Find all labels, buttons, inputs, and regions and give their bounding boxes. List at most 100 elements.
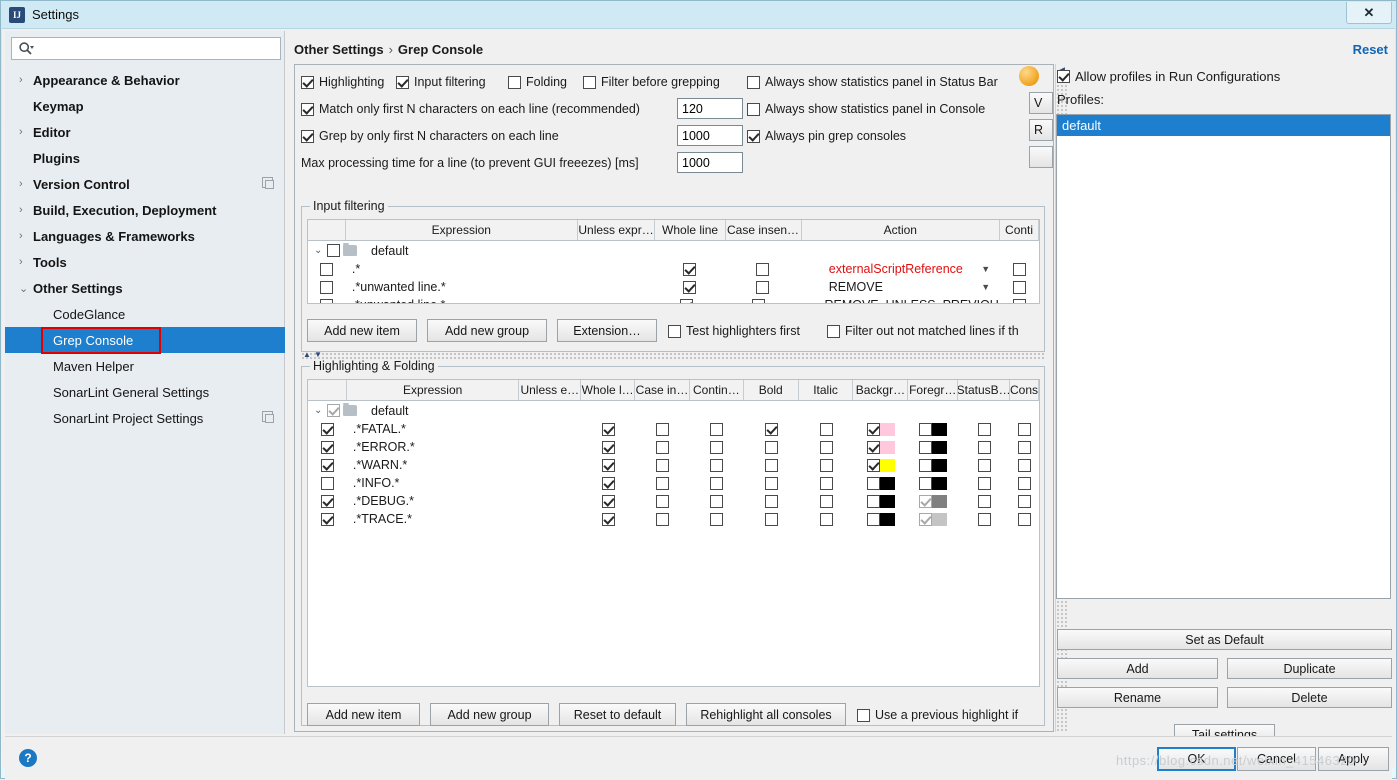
use-previous-highlight-checkbox[interactable] (857, 709, 870, 722)
filter-before-grepping-checkbox[interactable] (583, 76, 596, 89)
row-bold-checkbox[interactable] (765, 477, 778, 490)
row-continue-checkbox[interactable] (710, 459, 723, 472)
row-whole-line-checkbox[interactable] (602, 441, 615, 454)
grep-first-n-input[interactable] (677, 125, 743, 146)
row-enable-checkbox[interactable] (320, 299, 333, 305)
chevron-down-icon[interactable]: ▼ (981, 282, 990, 292)
input-filtering-extension-button[interactable]: Extension… (557, 319, 657, 342)
sidebar-item-version-control[interactable]: › Version Control (5, 171, 285, 197)
delete-profile-button[interactable]: Delete (1227, 687, 1392, 708)
row-statusbar-checkbox[interactable] (978, 423, 991, 436)
row-enable-checkbox[interactable] (321, 441, 334, 454)
input-filtering-option[interactable]: Input filtering (396, 71, 486, 93)
table-row[interactable]: .*unwanted line.* REMOVE_UNLESS_PREVIOU…… (308, 296, 1039, 304)
row-continue-checkbox[interactable] (1013, 263, 1026, 276)
row-enable-checkbox[interactable] (321, 495, 334, 508)
help-icon[interactable]: ? (19, 749, 37, 767)
reset-to-default-button[interactable]: Reset to default (559, 703, 676, 726)
row-foreground-checkbox[interactable] (919, 513, 932, 526)
search-box[interactable] (11, 37, 281, 60)
row-whole-line-checkbox[interactable] (683, 263, 696, 276)
row-enable-checkbox[interactable] (321, 513, 334, 526)
background-color-swatch[interactable] (880, 477, 895, 490)
input-filtering-add-new-group-button[interactable]: Add new group (427, 319, 547, 342)
col-continue[interactable]: Contin… (690, 380, 744, 400)
foreground-color-swatch[interactable] (932, 513, 947, 526)
row-whole-line-checkbox[interactable] (602, 459, 615, 472)
table-row[interactable]: .*unwanted line.* REMOVE ▼ (308, 278, 1039, 296)
row-console-checkbox[interactable] (1018, 513, 1031, 526)
row-continue-checkbox[interactable] (710, 423, 723, 436)
row-action-value[interactable]: externalScriptReference (829, 262, 963, 276)
col-expression[interactable]: Expression (347, 380, 520, 400)
row-continue-checkbox[interactable] (710, 513, 723, 526)
row-whole-line-checkbox[interactable] (680, 299, 693, 305)
reset-link[interactable]: Reset (1353, 42, 1388, 57)
row-continue-checkbox[interactable] (710, 477, 723, 490)
row-case-insensitive-checkbox[interactable] (656, 495, 669, 508)
col-action[interactable]: Action (802, 220, 1001, 240)
table-row[interactable]: .*DEBUG.* (308, 492, 1039, 510)
group-enable-checkbox[interactable] (327, 244, 340, 257)
row-statusbar-checkbox[interactable] (978, 441, 991, 454)
apply-button[interactable]: Apply (1318, 747, 1389, 771)
col-bold[interactable]: Bold (744, 380, 799, 400)
chevron-down-icon[interactable]: ⌄ (314, 245, 327, 256)
filter-out-not-matched-option[interactable]: Filter out not matched lines if th (827, 320, 1019, 342)
row-italic-checkbox[interactable] (820, 441, 833, 454)
col-expression[interactable]: Expression (346, 220, 578, 240)
sidebar-item-keymap[interactable]: Keymap (5, 93, 285, 119)
allow-profiles-checkbox[interactable] (1057, 70, 1070, 83)
table-row[interactable]: .*WARN.* (308, 456, 1039, 474)
sidebar-item-sonarlint-general-settings[interactable]: SonarLint General Settings (5, 379, 285, 405)
collapse-down-icon[interactable]: ▼ (314, 350, 322, 359)
sidebar-item-grep-console[interactable]: Grep Console (5, 327, 285, 353)
sidebar-item-editor[interactable]: › Editor (5, 119, 285, 145)
background-color-swatch[interactable] (880, 441, 895, 454)
row-whole-line-checkbox[interactable] (683, 281, 696, 294)
row-whole-line-checkbox[interactable] (602, 495, 615, 508)
col-whole-line[interactable]: Whole l… (581, 380, 635, 400)
table-row[interactable]: .*ERROR.* (308, 438, 1039, 456)
row-background-checkbox[interactable] (867, 495, 880, 508)
row-statusbar-checkbox[interactable] (978, 495, 991, 508)
col-console[interactable]: Cons (1010, 380, 1039, 400)
row-italic-checkbox[interactable] (820, 423, 833, 436)
test-highlighters-first-checkbox[interactable] (668, 325, 681, 338)
edge-button-r[interactable]: R (1029, 119, 1053, 141)
stats-status-bar-option[interactable]: Always show statistics panel in Status B… (747, 71, 998, 93)
col-select[interactable] (308, 380, 347, 400)
row-continue-checkbox[interactable] (1013, 281, 1026, 294)
pin-consoles-option[interactable]: Always pin grep consoles (747, 125, 906, 147)
sidebar-item-tools[interactable]: › Tools (5, 249, 285, 275)
background-color-swatch[interactable] (880, 423, 895, 436)
row-whole-line-checkbox[interactable] (602, 513, 615, 526)
row-enable-checkbox[interactable] (321, 459, 334, 472)
row-italic-checkbox[interactable] (820, 477, 833, 490)
max-processing-input[interactable] (677, 152, 743, 173)
use-previous-highlight-option[interactable]: Use a previous highlight if (857, 704, 1018, 726)
row-whole-line-checkbox[interactable] (602, 423, 615, 436)
row-statusbar-checkbox[interactable] (978, 477, 991, 490)
foreground-color-swatch[interactable] (932, 423, 947, 436)
col-case-insensitive[interactable]: Case insen… (726, 220, 802, 240)
cancel-button[interactable]: Cancel (1237, 747, 1316, 771)
row-foreground-checkbox[interactable] (919, 459, 932, 472)
row-statusbar-checkbox[interactable] (978, 459, 991, 472)
row-background-checkbox[interactable] (867, 441, 880, 454)
ok-button[interactable]: OK (1157, 747, 1236, 771)
edge-button-v[interactable]: V (1029, 92, 1053, 114)
rename-profile-button[interactable]: Rename (1057, 687, 1218, 708)
match-first-n-option[interactable]: Match only first N characters on each li… (301, 98, 640, 120)
row-bold-checkbox[interactable] (765, 441, 778, 454)
row-enable-checkbox[interactable] (320, 281, 333, 294)
row-continue-checkbox[interactable] (710, 441, 723, 454)
foreground-color-swatch[interactable] (932, 441, 947, 454)
search-input[interactable] (38, 38, 278, 59)
row-console-checkbox[interactable] (1018, 459, 1031, 472)
stats-console-checkbox[interactable] (747, 103, 760, 116)
filter-before-grepping-option[interactable]: Filter before grepping (583, 71, 720, 93)
foreground-color-swatch[interactable] (932, 477, 947, 490)
input-filtering-checkbox[interactable] (396, 76, 409, 89)
sidebar-item-appearance-behavior[interactable]: › Appearance & Behavior (5, 67, 285, 93)
